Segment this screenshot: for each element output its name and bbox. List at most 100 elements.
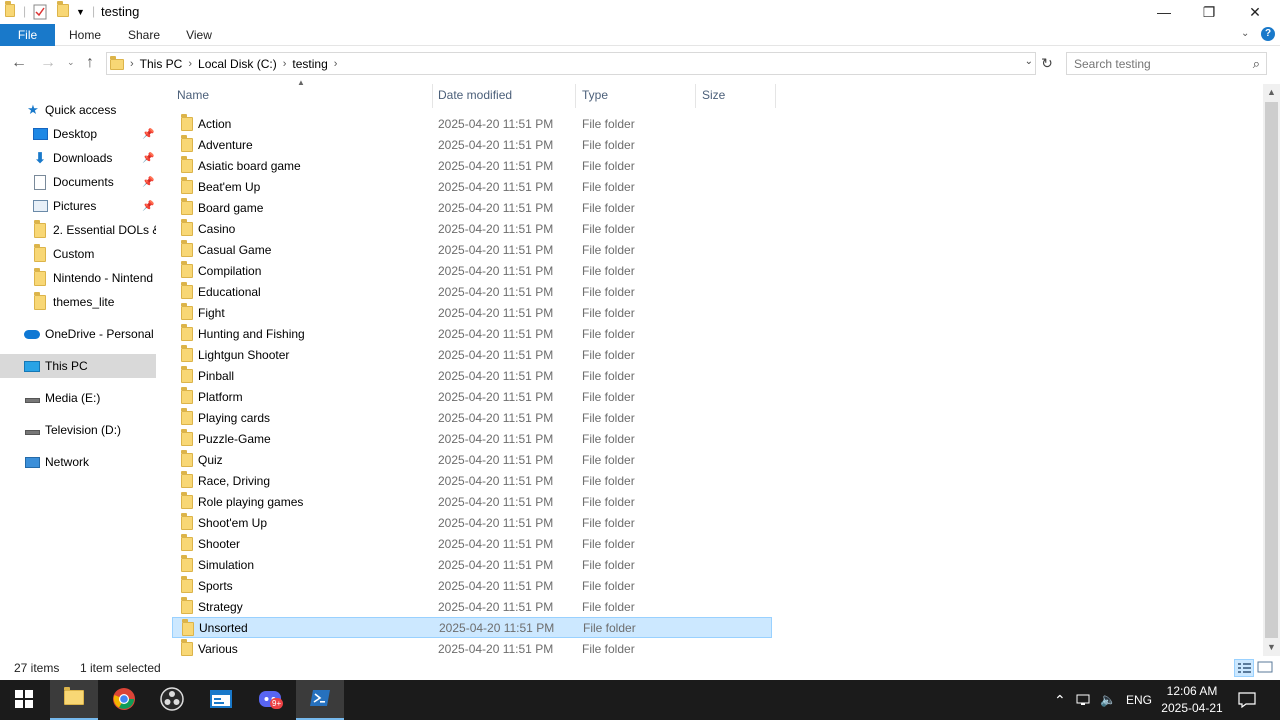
chevron-right-icon[interactable]: ›: [188, 58, 192, 70]
network-status-icon[interactable]: [1076, 680, 1092, 720]
file-row[interactable]: Role playing games 2025-04-20 11:51 PM Fil…: [172, 491, 772, 512]
file-name[interactable]: Action: [198, 117, 231, 131]
file-name[interactable]: Educational: [198, 285, 261, 299]
refresh-icon[interactable]: ↻: [1037, 52, 1057, 75]
breadcrumb-local-disk[interactable]: Local Disk (C:): [198, 57, 277, 71]
file-row[interactable]: Board game 2025-04-20 11:51 PM File folder: [172, 197, 772, 218]
address-history-icon[interactable]: ⌄: [1025, 56, 1033, 67]
nav-item-quick-access[interactable]: ★ Quick access: [0, 98, 156, 122]
nav-item-downloads[interactable]: ⬇ Downloads 📌: [0, 146, 156, 170]
file-row[interactable]: Simulation 2025-04-20 11:51 PM File folder: [172, 554, 772, 575]
file-name[interactable]: Race, Driving: [198, 474, 270, 488]
file-name[interactable]: Asiatic board game: [198, 159, 301, 173]
start-button[interactable]: [0, 680, 48, 720]
tab-share[interactable]: Share: [122, 24, 166, 46]
file-name[interactable]: Casual Game: [198, 243, 271, 257]
breadcrumb-this-pc[interactable]: This PC: [140, 57, 183, 71]
file-name[interactable]: Beat'em Up: [198, 180, 260, 194]
new-folder-icon[interactable]: [57, 1, 69, 20]
file-name[interactable]: Simulation: [198, 558, 254, 572]
nav-item-documents[interactable]: Documents 📌: [0, 170, 156, 194]
file-row[interactable]: Compilation 2025-04-20 11:51 PM File folde…: [172, 260, 772, 281]
column-header-size[interactable]: Size: [696, 84, 776, 108]
taskbar-discord[interactable]: 9+: [246, 680, 294, 720]
column-header-name[interactable]: Name: [171, 84, 433, 108]
nav-item-themes-lite[interactable]: themes_lite: [0, 290, 156, 314]
file-name[interactable]: Casino: [198, 222, 235, 236]
file-name[interactable]: Board game: [198, 201, 263, 215]
help-icon[interactable]: ?: [1261, 27, 1275, 41]
taskbar-obs[interactable]: [148, 680, 196, 720]
nav-item-desktop[interactable]: Desktop 📌: [0, 122, 156, 146]
column-header-type[interactable]: Type: [576, 84, 696, 108]
file-name[interactable]: Sports: [198, 579, 233, 593]
search-input[interactable]: [1074, 53, 1244, 74]
file-row[interactable]: Playing cards 2025-04-20 11:51 PM File fol…: [172, 407, 772, 428]
minimize-button[interactable]: —: [1141, 0, 1187, 24]
taskbar-chrome[interactable]: [100, 680, 148, 720]
tab-home[interactable]: Home: [62, 24, 108, 46]
search-box[interactable]: ⌕: [1066, 52, 1267, 75]
file-name[interactable]: Hunting and Fishing: [198, 327, 305, 341]
restore-button[interactable]: ❐: [1186, 0, 1232, 24]
file-name[interactable]: Lightgun Shooter: [198, 348, 289, 362]
breadcrumb-testing[interactable]: testing: [292, 57, 327, 71]
nav-item-pictures[interactable]: Pictures 📌: [0, 194, 156, 218]
scroll-thumb[interactable]: [1265, 102, 1278, 638]
chevron-right-icon[interactable]: ›: [334, 58, 338, 70]
close-button[interactable]: ✕: [1232, 0, 1278, 24]
scroll-up-icon[interactable]: ▲: [1263, 84, 1280, 101]
volume-icon[interactable]: 🔈: [1100, 680, 1116, 720]
file-row[interactable]: Fight 2025-04-20 11:51 PM File folder: [172, 302, 772, 323]
notifications-icon[interactable]: [1238, 680, 1256, 720]
file-row[interactable]: Lightgun Shooter 2025-04-20 11:51 PM File …: [172, 344, 772, 365]
file-row[interactable]: Educational 2025-04-20 11:51 PM File folde…: [172, 281, 772, 302]
nav-item-network[interactable]: Network: [0, 450, 156, 474]
nav-item-television-drive[interactable]: Television (D:): [0, 418, 156, 442]
file-row[interactable]: Casino 2025-04-20 11:51 PM File folder: [172, 218, 772, 239]
language-indicator[interactable]: ENG: [1126, 680, 1152, 720]
file-name[interactable]: Shooter: [198, 537, 240, 551]
nav-item-custom[interactable]: Custom: [0, 242, 156, 266]
taskbar-window-app[interactable]: [197, 680, 245, 720]
pin-icon[interactable]: 📌: [142, 129, 154, 140]
properties-icon[interactable]: [33, 4, 47, 20]
file-name[interactable]: Pinball: [198, 369, 234, 383]
file-row[interactable]: Casual Game 2025-04-20 11:51 PM File folde…: [172, 239, 772, 260]
chevron-right-icon[interactable]: ›: [130, 58, 134, 70]
file-row[interactable]: Various 2025-04-20 11:51 PM File folder: [172, 638, 772, 659]
file-row[interactable]: Sports 2025-04-20 11:51 PM File folder: [172, 575, 772, 596]
file-name[interactable]: Strategy: [198, 600, 243, 614]
search-icon[interactable]: ⌕: [1253, 56, 1260, 72]
expand-ribbon-icon[interactable]: ⌄: [1241, 28, 1249, 39]
up-icon[interactable]: ↑: [86, 54, 94, 72]
file-row[interactable]: Asiatic board game 2025-04-20 11:51 PM Fil…: [172, 155, 772, 176]
file-row[interactable]: Action 2025-04-20 11:51 PM File folder: [172, 113, 772, 134]
file-name[interactable]: Fight: [198, 306, 225, 320]
back-icon[interactable]: ←: [11, 54, 27, 72]
nav-item-media-drive[interactable]: Media (E:): [0, 386, 156, 410]
taskbar-file-explorer[interactable]: [50, 680, 98, 720]
tab-view[interactable]: View: [180, 24, 218, 46]
customize-quick-access-icon[interactable]: ▼: [76, 7, 85, 23]
chevron-right-icon[interactable]: ›: [283, 58, 287, 70]
file-row[interactable]: Pinball 2025-04-20 11:51 PM File folder: [172, 365, 772, 386]
file-row[interactable]: Beat'em Up 2025-04-20 11:51 PM File folder: [172, 176, 772, 197]
file-row[interactable]: Shooter 2025-04-20 11:51 PM File folder: [172, 533, 772, 554]
file-row[interactable]: Adventure 2025-04-20 11:51 PM File folder: [172, 134, 772, 155]
file-name[interactable]: Compilation: [198, 264, 261, 278]
nav-item-onedrive[interactable]: OneDrive - Personal: [0, 322, 156, 346]
file-row[interactable]: Race, Driving 2025-04-20 11:51 PM File fol…: [172, 470, 772, 491]
details-view-icon[interactable]: [1234, 659, 1254, 677]
file-row[interactable]: Shoot'em Up 2025-04-20 11:51 PM File folde…: [172, 512, 772, 533]
file-name[interactable]: Puzzle-Game: [198, 432, 271, 446]
file-row[interactable]: Hunting and Fishing 2025-04-20 11:51 PM Fi…: [172, 323, 772, 344]
file-name[interactable]: Platform: [198, 390, 243, 404]
file-name[interactable]: Various: [198, 642, 238, 656]
tab-file[interactable]: File: [0, 24, 55, 46]
file-row[interactable]: Platform 2025-04-20 11:51 PM File folder: [172, 386, 772, 407]
file-row[interactable]: Quiz 2025-04-20 11:51 PM File folder: [172, 449, 772, 470]
nav-item-essential-dols[interactable]: 2. Essential DOLs &: [0, 218, 156, 242]
file-name[interactable]: Shoot'em Up: [198, 516, 267, 530]
pin-icon[interactable]: 📌: [142, 177, 154, 188]
